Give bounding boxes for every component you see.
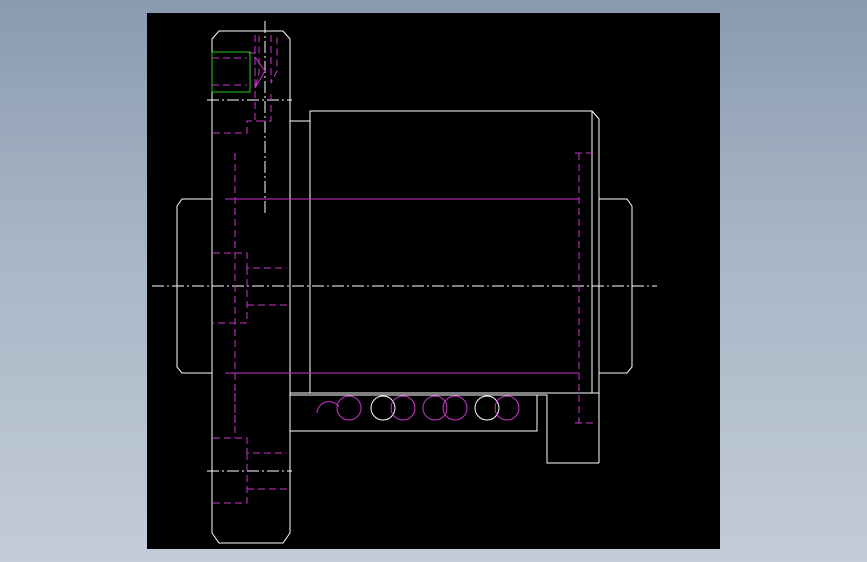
flange-hidden-bottom-a	[213, 437, 287, 454]
recirculating-balls	[316, 395, 520, 421]
flange-outline	[211, 30, 291, 544]
flange-hidden-top	[213, 120, 267, 134]
nut-body-outline	[309, 110, 593, 394]
lube-port-outline-right	[270, 35, 278, 84]
flange-hidden-step-upper	[213, 252, 287, 269]
flange-hidden-bottom-b	[213, 453, 248, 504]
cad-viewport[interactable]	[147, 13, 720, 549]
ball-screw-nut-drawing	[152, 21, 657, 544]
flange-hidden-step-mid	[213, 268, 248, 324]
return-tube-outer	[290, 394, 599, 464]
bore-right-end	[577, 153, 580, 424]
nut-body-chamfer-right	[591, 110, 600, 463]
